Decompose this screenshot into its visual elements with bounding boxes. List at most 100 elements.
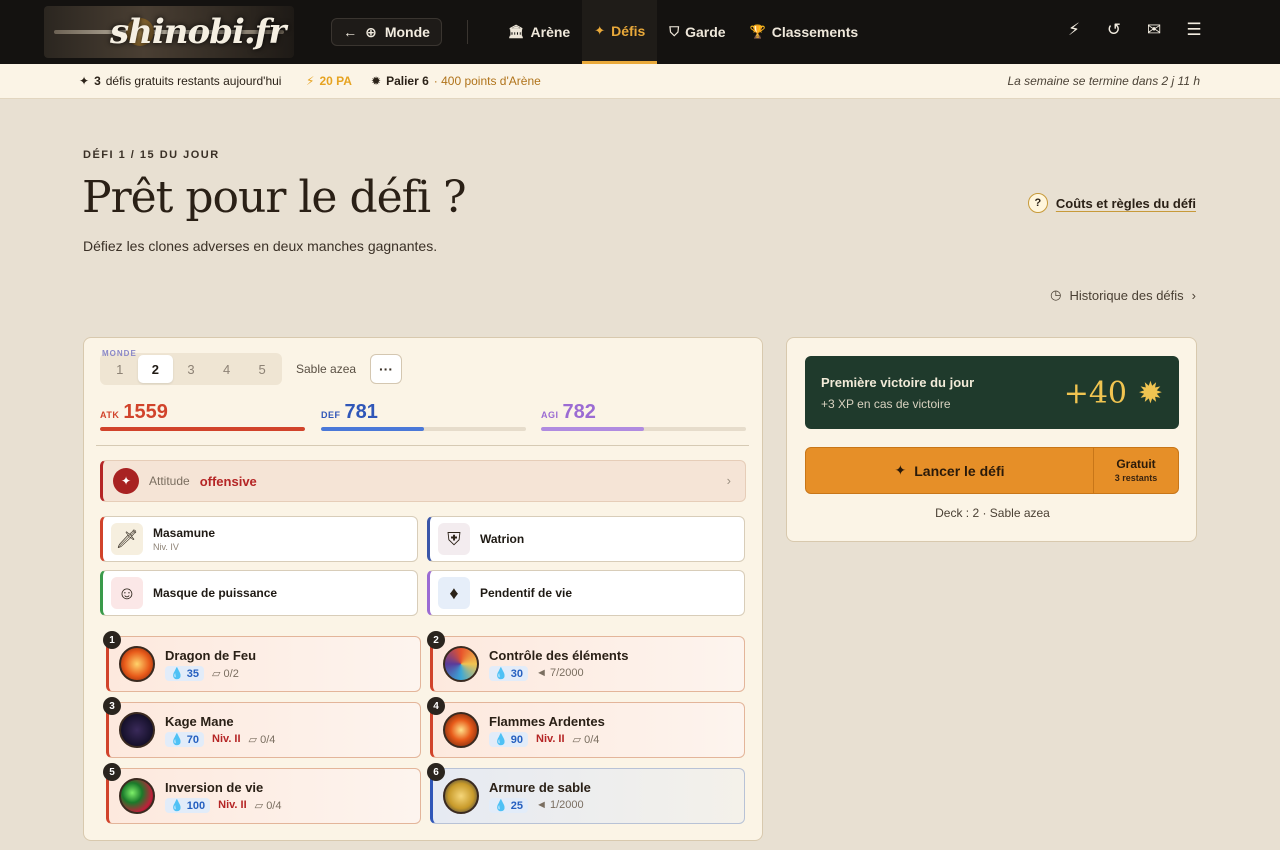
world-button-label: Monde xyxy=(384,24,430,40)
bonus-value: +40 xyxy=(1063,376,1127,411)
palier-label: Palier 6 xyxy=(386,74,429,88)
lightning-icon[interactable]: ⚡ xyxy=(1064,20,1084,40)
trophy-icon: 🏆 xyxy=(749,24,766,39)
stat-bar-fill xyxy=(321,427,424,431)
stat-bar xyxy=(541,427,746,431)
menu-icon[interactable]: ☰ xyxy=(1184,20,1204,40)
launch-remaining: 3 restants xyxy=(1114,473,1158,483)
attitude-value: offensive xyxy=(199,473,257,489)
water-drop-icon: 💧 xyxy=(170,733,184,746)
stat-value: 1559 xyxy=(123,401,168,423)
back-to-world-button[interactable]: ← ⊕ Monde xyxy=(331,18,442,46)
skill-slot-5[interactable]: 5 Inversion de vie 💧 100 Niv. II ▱ 0/4 xyxy=(103,763,421,824)
water-drop-icon: 💧 xyxy=(494,733,508,746)
skill-number: 4 xyxy=(427,697,445,715)
skill-slot-6[interactable]: 6 Armure de sable 💧 25 ◄ 1/2000 xyxy=(427,763,745,824)
launch-label: Lancer le défi xyxy=(914,462,1005,479)
elements-icon xyxy=(443,646,479,682)
pa-info: ⚡ 20 PA xyxy=(306,74,352,88)
nav-tab-defis[interactable]: ✦ Défis xyxy=(582,0,658,64)
swords-icon: ✦ xyxy=(113,468,139,494)
launch-challenge-button[interactable]: ✦ Lancer le défi Gratuit 3 restants xyxy=(805,447,1179,494)
deck-tab-3[interactable]: 3 xyxy=(173,355,209,383)
deck-info: Deck : 2 · Sable azea xyxy=(935,506,1050,520)
chevron-right-icon: › xyxy=(1191,287,1196,303)
equipment-name: Masamune xyxy=(153,526,216,540)
skill-slot-3[interactable]: 3 Kage Mane 💧 70 Niv. II ▱ 0/4 xyxy=(103,697,421,758)
skill-slot-1[interactable]: 1 Dragon de Feu 💧 35 ▱ 0/2 xyxy=(103,631,421,692)
skill-chakra: 35 xyxy=(186,667,200,680)
skill-chakra: 30 xyxy=(510,667,524,680)
swords-icon: ✦ xyxy=(894,462,907,478)
skill-name: Inversion de vie xyxy=(165,779,264,795)
stat-label: ATK xyxy=(100,410,120,420)
building-icon: 🏛 xyxy=(508,24,525,39)
life-inversion-icon xyxy=(119,778,155,814)
history-link-label: Historique des défis xyxy=(1069,287,1184,303)
more-options-button[interactable]: ··· xyxy=(370,354,402,384)
skill-chakra: 100 xyxy=(186,799,206,812)
question-icon: ? xyxy=(1027,193,1048,213)
skill-slot-4[interactable]: 4 Flammes Ardentes 💧 90 Niv. II ▱ 0/4 xyxy=(427,697,745,758)
stat-value: 782 xyxy=(562,401,596,423)
equipment-name: Watrion xyxy=(480,532,525,546)
first-win-bonus: Première victoire du jour +3 XP en cas d… xyxy=(805,356,1179,429)
launch-cost: Gratuit xyxy=(1116,457,1156,471)
scroll-icon: ▱ xyxy=(248,733,258,746)
history-icon[interactable]: ↺ xyxy=(1104,20,1124,40)
swords-icon: ✦ xyxy=(594,22,606,38)
rules-link-label: Coûts et règles du défi xyxy=(1055,195,1196,211)
equipment-mask[interactable]: ☺ Masque de puissance xyxy=(100,570,418,616)
skill-slot-2[interactable]: 2 Contrôle des éléments 💧 30 ◄ 7/2000 xyxy=(427,631,745,692)
site-logo[interactable]: shinobi.fr xyxy=(44,6,294,58)
skill-chakra: 70 xyxy=(186,733,200,746)
equipment-armor[interactable]: ⛨ Watrion xyxy=(427,516,745,562)
stat-value: 781 xyxy=(344,401,378,423)
deck-card: 1 2 3 4 5 MONDE Sable azea ··· ATK 1559 D… xyxy=(83,337,763,841)
free-challenges-text: défis gratuits restants aujourd'hui xyxy=(105,74,282,88)
skill-chakra: 25 xyxy=(510,799,524,812)
attitude-selector[interactable]: ✦ Attitude offensive › xyxy=(100,460,746,502)
stat-label: AGI xyxy=(541,410,559,420)
attitude-label: Attitude xyxy=(149,474,190,488)
nav-tab-label: Classements xyxy=(771,24,859,40)
skill-uses: 0/2 xyxy=(223,667,239,680)
page-title: Prêt pour le défi ? xyxy=(82,172,467,223)
top-navbar: shinobi.fr ← ⊕ Monde 🏛 Arène ✦ Défis ⛉ G… xyxy=(0,0,1280,64)
deck-tab-4[interactable]: 4 xyxy=(209,355,245,383)
nav-tab-garde[interactable]: ⛉ Garde xyxy=(657,0,737,64)
pendant-icon: ♦ xyxy=(438,577,470,609)
nav-separator xyxy=(467,20,468,44)
sand-armor-icon xyxy=(443,778,479,814)
deck-name: Sable azea xyxy=(296,362,357,376)
equipment-weapon[interactable]: 🗡 Masamune Niv. IV xyxy=(100,516,418,562)
nav-tab-classements[interactable]: 🏆 Classements xyxy=(738,0,871,64)
header-actions: ⚡ ↺ ✉ ☰ xyxy=(1064,20,1204,40)
skill-name: Flammes Ardentes xyxy=(489,713,605,729)
history-link[interactable]: ◷ Historique des défis › xyxy=(1050,287,1196,303)
deck-tab-2[interactable]: 2 xyxy=(137,355,174,383)
deck-tab-5[interactable]: 5 xyxy=(244,355,280,383)
lightning-icon: ⚡ xyxy=(306,74,315,88)
nav-tab-label: Défis xyxy=(611,22,646,39)
palier-points: · 400 points d'Arène xyxy=(433,74,541,88)
status-bar: ✦ 3 défis gratuits restants aujourd'hui … xyxy=(0,64,1280,99)
water-drop-icon: 💧 xyxy=(494,667,508,680)
skill-level: Niv. II xyxy=(212,733,241,745)
mask-icon: ☺ xyxy=(111,577,143,609)
equipment-level: Niv. IV xyxy=(153,542,179,552)
water-drop-icon: 💧 xyxy=(170,667,184,680)
nav-tab-arene[interactable]: 🏛 Arène xyxy=(496,0,582,64)
equipment-name: Masque de puissance xyxy=(153,586,278,600)
equipment-pendant[interactable]: ♦ Pendentif de vie xyxy=(427,570,745,616)
nav-tab-label: Arène xyxy=(530,24,571,40)
rules-link[interactable]: ? Coûts et règles du défi xyxy=(1027,193,1196,213)
pa-value: 20 PA xyxy=(319,74,352,88)
skill-uses: 7/2000 xyxy=(549,667,584,679)
horn-icon: ◄ xyxy=(536,667,547,679)
divider xyxy=(96,445,749,446)
skill-level: Niv. II xyxy=(218,799,247,811)
mail-icon[interactable]: ✉ xyxy=(1144,20,1164,40)
scroll-icon: ▱ xyxy=(254,799,264,812)
deck-tab-1[interactable]: 1 xyxy=(102,355,138,383)
